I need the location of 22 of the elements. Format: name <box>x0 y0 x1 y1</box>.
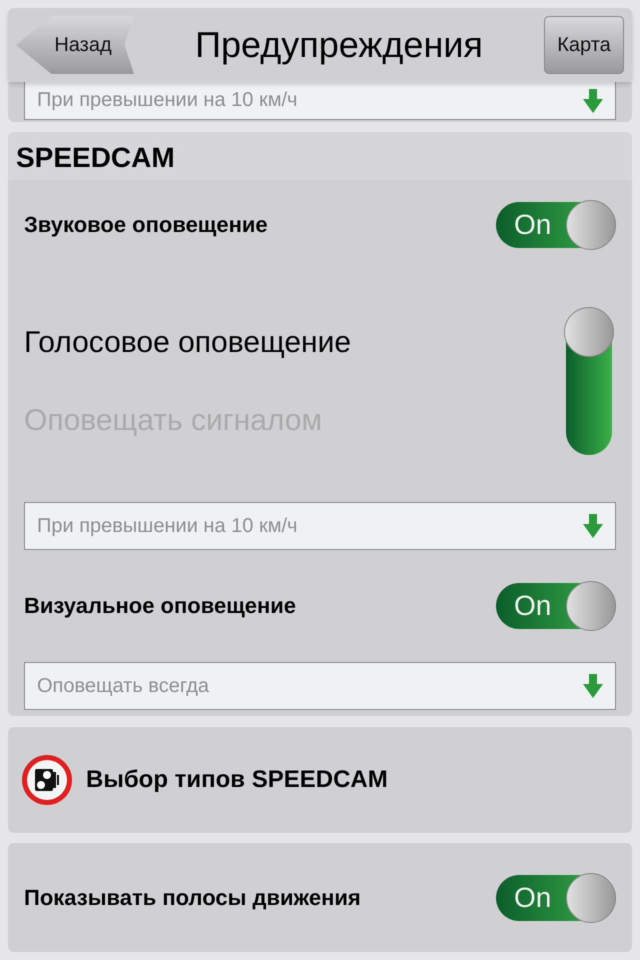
map-button[interactable]: Карта <box>544 16 624 74</box>
toggle-switch[interactable]: On <box>496 202 616 248</box>
switch-thumb[interactable] <box>564 307 614 357</box>
down-arrow-icon <box>583 514 603 538</box>
vertical-switch[interactable] <box>566 309 612 455</box>
back-button[interactable]: Назад <box>16 16 134 74</box>
toggle-switch[interactable]: On <box>496 583 616 629</box>
dropdown[interactable]: При превышении на 10 км/ч <box>24 502 616 550</box>
option-label[interactable]: Голосовое оповещение <box>24 326 352 360</box>
speed-camera-icon <box>20 753 74 807</box>
section-title: SPEEDCAM <box>8 132 632 180</box>
setting-label: Выбор типов SPEEDCAM <box>86 766 388 794</box>
setting-label: Визуальное оповещение <box>24 593 296 619</box>
dropdown[interactable]: При превышении на 10 км/ч <box>24 82 616 120</box>
down-arrow-icon <box>583 88 603 112</box>
down-arrow-icon <box>583 674 603 698</box>
speedcam-types-item[interactable]: Выбор типов SPEEDCAM <box>8 727 632 833</box>
dropdown[interactable]: Оповещать всегда <box>24 662 616 710</box>
setting-label: Звуковое оповещение <box>24 212 268 238</box>
toggle-switch[interactable]: On <box>496 874 616 920</box>
setting-label: Показывать полосы движения <box>24 884 361 910</box>
screen-title: Предупреждения <box>194 24 484 66</box>
